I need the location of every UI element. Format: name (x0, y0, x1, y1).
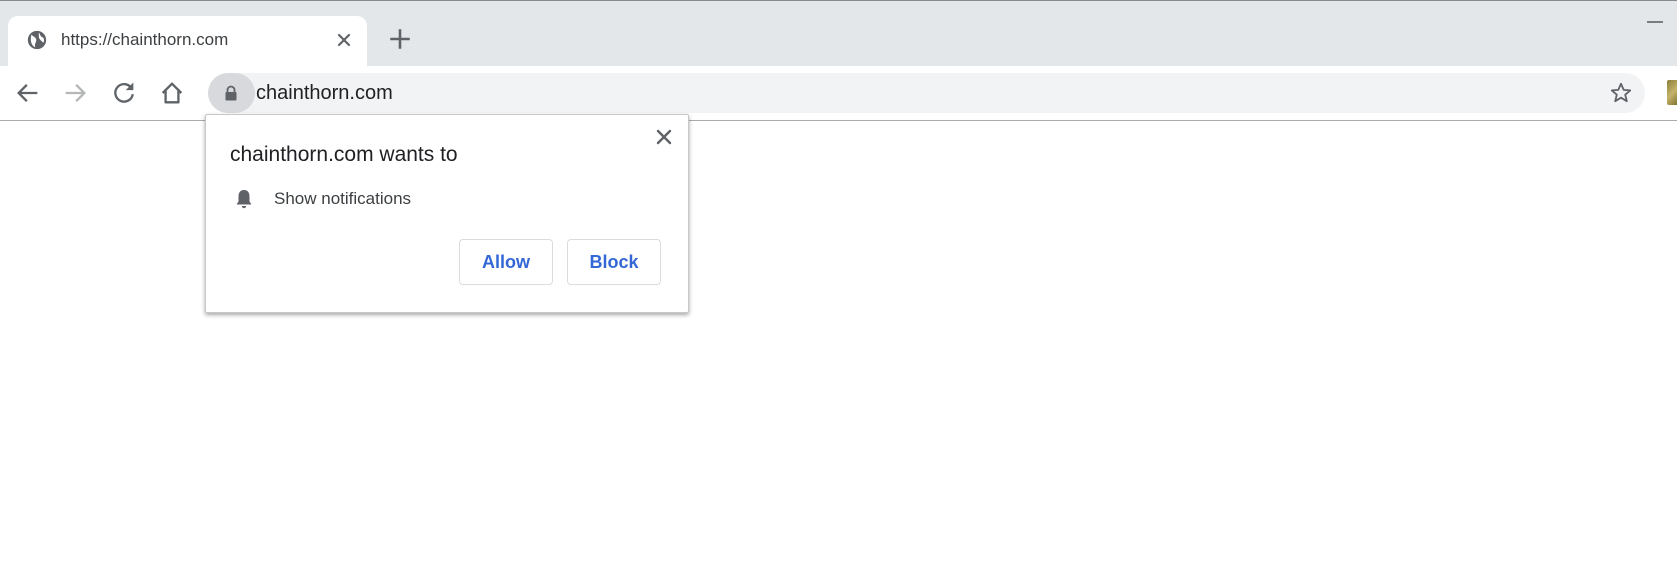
lock-icon (225, 85, 237, 101)
forward-arrow-icon[interactable] (61, 79, 89, 107)
site-info-button[interactable] (208, 73, 255, 113)
prompt-title: chainthorn.com wants to (230, 143, 458, 166)
minimize-icon[interactable] (1647, 21, 1663, 23)
bookmark-star-icon[interactable] (1609, 81, 1633, 105)
tab-strip: https://chainthorn.com (0, 1, 1677, 67)
home-icon[interactable] (158, 79, 186, 107)
notification-permission-prompt: chainthorn.com wants to Show notificatio… (205, 114, 689, 313)
new-tab-plus-icon[interactable] (387, 26, 413, 52)
tab-active[interactable]: https://chainthorn.com (8, 16, 367, 67)
reload-icon[interactable] (110, 79, 138, 107)
allow-button[interactable]: Allow (459, 239, 553, 285)
block-button[interactable]: Block (567, 239, 661, 285)
permission-label: Show notifications (274, 189, 412, 208)
tab-title: https://chainthorn.com (61, 30, 229, 49)
url-text[interactable]: chainthorn.com (256, 82, 393, 105)
prompt-close-icon[interactable] (654, 127, 674, 147)
back-arrow-icon[interactable] (14, 79, 42, 107)
toolbar: chainthorn.com (0, 66, 1677, 121)
address-bar[interactable]: chainthorn.com (208, 73, 1645, 113)
tab-close-icon[interactable] (332, 28, 356, 52)
extension-icon[interactable] (1667, 80, 1677, 105)
bell-icon (236, 190, 252, 209)
globe-icon (27, 30, 47, 50)
